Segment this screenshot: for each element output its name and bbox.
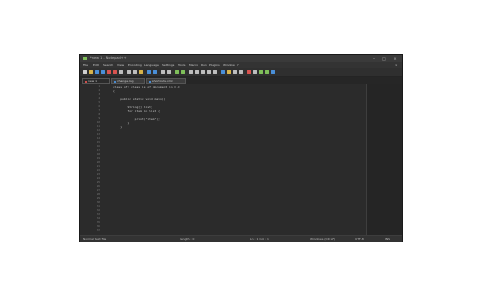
app-icon (83, 57, 87, 60)
cut-icon[interactable] (127, 70, 131, 74)
saved-icon (113, 80, 116, 83)
toolbar (80, 68, 402, 77)
folder-workspace-icon[interactable] (239, 70, 243, 74)
status-position: Ln : 1 Col : 1 (250, 237, 269, 241)
window-title: *new 1 - Notepad++ (90, 56, 127, 60)
status-file-type: Normal text file (83, 237, 107, 241)
find-icon[interactable] (161, 70, 165, 74)
open-file-icon[interactable] (89, 70, 93, 74)
record-macro-icon[interactable] (247, 70, 251, 74)
tab-label: change.log (117, 79, 134, 83)
sync-vertical-icon[interactable] (189, 70, 193, 74)
minimize-button[interactable]: – (370, 56, 378, 61)
play-macro-icon[interactable] (259, 70, 263, 74)
side-panel (367, 84, 402, 235)
print-icon[interactable] (119, 70, 123, 74)
stop-macro-icon[interactable] (253, 70, 257, 74)
close-all-icon[interactable] (113, 70, 117, 74)
tab-label: shortcuts.xml (152, 79, 173, 83)
line-number-gutter[interactable]: 1 2 3 4 5 6 7 8 9 10 11 12 13 14 15 16 17 18 19 20 21 22 23 24 2… (80, 84, 107, 235)
status-bar: Normal text file length : 0 Ln : 1 Col :… (80, 235, 402, 242)
save-macro-icon[interactable] (271, 70, 275, 74)
indent-guide-icon[interactable] (213, 70, 217, 74)
zoom-out-icon[interactable] (181, 70, 185, 74)
code-line: for item in list { (113, 109, 160, 113)
fold-margin[interactable] (106, 84, 112, 235)
code-line: class of: class is of document in C.C (113, 85, 180, 89)
undo-icon[interactable] (147, 70, 151, 74)
word-wrap-icon[interactable] (201, 70, 205, 74)
function-list-icon[interactable] (233, 70, 237, 74)
title-bar: *new 1 - Notepad++ – □ × (80, 55, 402, 62)
save-all-icon[interactable] (101, 70, 105, 74)
replace-icon[interactable] (167, 70, 171, 74)
code-line: } (113, 125, 123, 129)
close-file-icon[interactable] (107, 70, 111, 74)
close-button[interactable]: × (391, 56, 399, 61)
unsaved-icon (84, 80, 87, 83)
maximize-button[interactable]: □ (380, 56, 388, 61)
sync-horizontal-icon[interactable] (195, 70, 199, 74)
copy-icon[interactable] (133, 70, 137, 74)
tab-bar: new 1 change.log shortcuts.xml (80, 77, 402, 84)
notepadpp-window: *new 1 - Notepad++ – □ × File Edit Searc… (79, 54, 403, 242)
saved-icon (148, 80, 151, 83)
new-file-icon[interactable] (83, 70, 87, 74)
status-insert-mode: INS (385, 237, 391, 241)
status-encoding: UTF-8 (355, 237, 364, 241)
status-length: length : 0 (180, 237, 195, 241)
text-editor[interactable]: class of: class is of document in C.C{ p… (113, 84, 367, 235)
status-eol: Windows (CR LF) (310, 237, 336, 241)
redo-icon[interactable] (153, 70, 157, 74)
paste-icon[interactable] (139, 70, 143, 74)
tab-label: new 1 (88, 79, 98, 83)
doc-map-icon[interactable] (227, 70, 231, 74)
code-line: { (113, 89, 115, 93)
save-icon[interactable] (95, 70, 99, 74)
run-macro-icon[interactable] (265, 70, 269, 74)
language-icon[interactable] (221, 70, 225, 74)
code-line: public static void main() (113, 97, 166, 101)
line-number: 37 (96, 229, 100, 232)
zoom-in-icon[interactable] (175, 70, 179, 74)
show-all-chars-icon[interactable] (207, 70, 211, 74)
